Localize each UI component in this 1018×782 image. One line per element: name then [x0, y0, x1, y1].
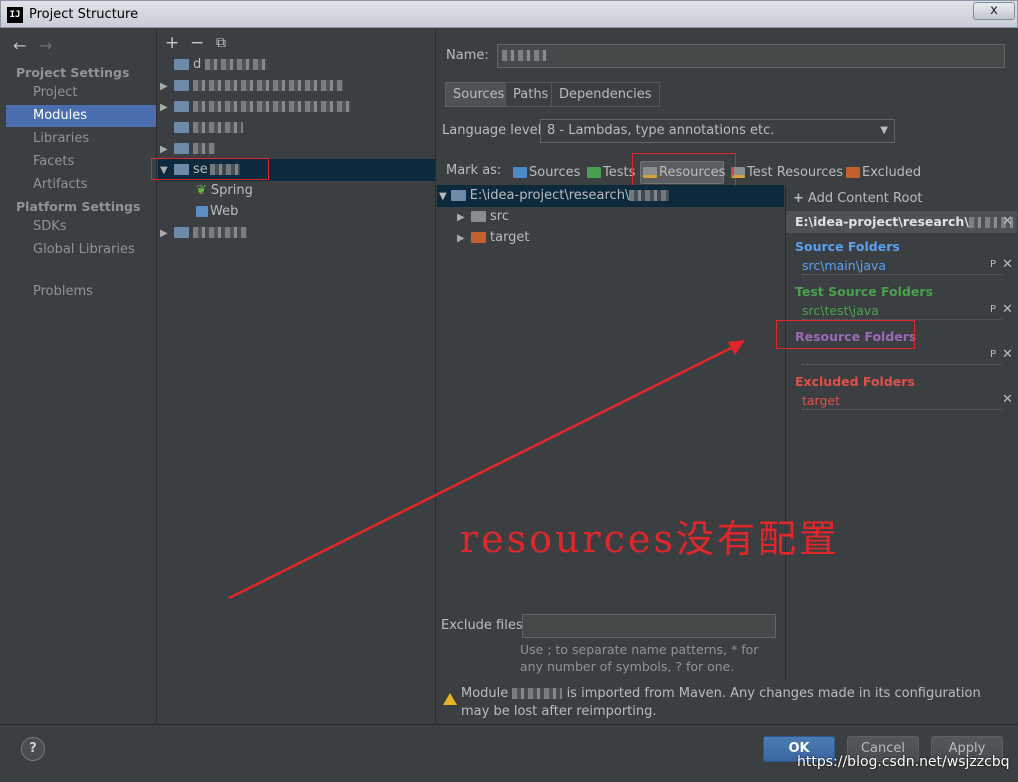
- annotation-arrow: [228, 340, 745, 600]
- help-button[interactable]: ?: [21, 737, 45, 761]
- annotation-text: resources没有配置: [460, 517, 840, 561]
- watermark: https://blog.csdn.net/wsjzzcbq: [797, 754, 1010, 770]
